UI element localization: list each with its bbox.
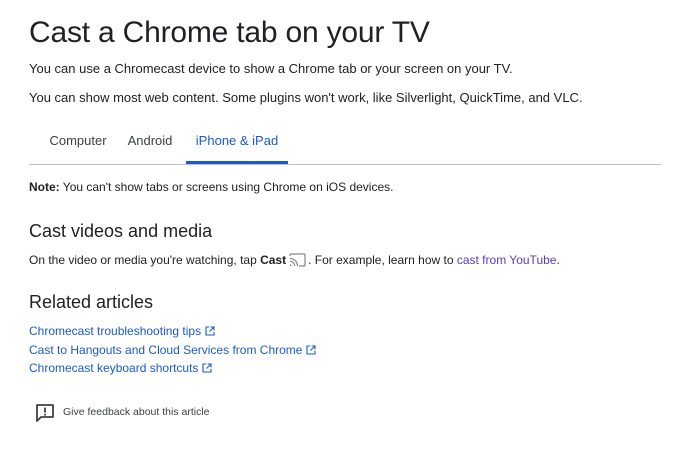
tab-computer-label: Computer bbox=[49, 133, 107, 148]
tab-android[interactable]: Android bbox=[117, 126, 183, 163]
active-tab-indicator bbox=[186, 161, 288, 164]
cast-videos-heading: Cast videos and media bbox=[29, 221, 213, 241]
intro-paragraph-1: You can use a Chromecast device to show … bbox=[29, 61, 513, 76]
cast-from-youtube-link[interactable]: cast from YouTube bbox=[457, 253, 557, 267]
ios-note: Note: You can't show tabs or screens usi… bbox=[29, 178, 393, 196]
list-item: Cast to Hangouts and Cloud Services from… bbox=[29, 341, 317, 360]
platform-tabs: Computer Android iPhone & iPad bbox=[29, 126, 661, 165]
list-item: Chromecast keyboard shortcuts bbox=[29, 359, 316, 378]
tab-computer[interactable]: Computer bbox=[29, 126, 115, 163]
list-item: Chromecast troubleshooting tips bbox=[29, 322, 316, 341]
related-link-label: Chromecast troubleshooting tips bbox=[29, 324, 202, 338]
external-link-icon bbox=[306, 342, 317, 360]
cast-icon bbox=[289, 253, 306, 272]
tab-android-label: Android bbox=[127, 133, 173, 148]
note-text: You can't show tabs or screens using Chr… bbox=[59, 180, 394, 194]
related-articles-heading: Related articles bbox=[29, 292, 154, 312]
related-articles-list: Chromecast troubleshooting tips Cast to … bbox=[29, 322, 317, 378]
intro-paragraph-2: You can show most web content. Some plug… bbox=[29, 90, 583, 105]
tab-iphone-ipad-label: iPhone & iPad bbox=[195, 133, 279, 148]
related-link-hangouts[interactable]: Cast to Hangouts and Cloud Services from… bbox=[29, 342, 317, 360]
page-title: Cast a Chrome tab on your TV bbox=[29, 16, 430, 49]
tab-iphone-ipad[interactable]: iPhone & iPad bbox=[186, 126, 288, 164]
cast-bold-word: Cast bbox=[260, 253, 287, 267]
related-link-label: Cast to Hangouts and Cloud Services from… bbox=[29, 342, 303, 357]
external-link-icon bbox=[205, 323, 215, 341]
cast-text-end: . bbox=[556, 253, 560, 267]
external-link-icon bbox=[202, 360, 212, 378]
related-link-troubleshooting[interactable]: Chromecast troubleshooting tips bbox=[29, 324, 215, 338]
note-label: Note: bbox=[29, 180, 60, 194]
cast-instructions: On the video or media you're watching, t… bbox=[29, 251, 560, 272]
cast-text-after: . For example, learn how to bbox=[308, 253, 457, 267]
related-link-keyboard-shortcuts[interactable]: Chromecast keyboard shortcuts bbox=[29, 361, 212, 375]
feedback-icon bbox=[35, 403, 55, 428]
feedback-label: Give feedback about this article bbox=[63, 406, 210, 418]
related-link-label: Chromecast keyboard shortcuts bbox=[29, 361, 199, 375]
cast-text-before: On the video or media you're watching, t… bbox=[29, 253, 261, 267]
